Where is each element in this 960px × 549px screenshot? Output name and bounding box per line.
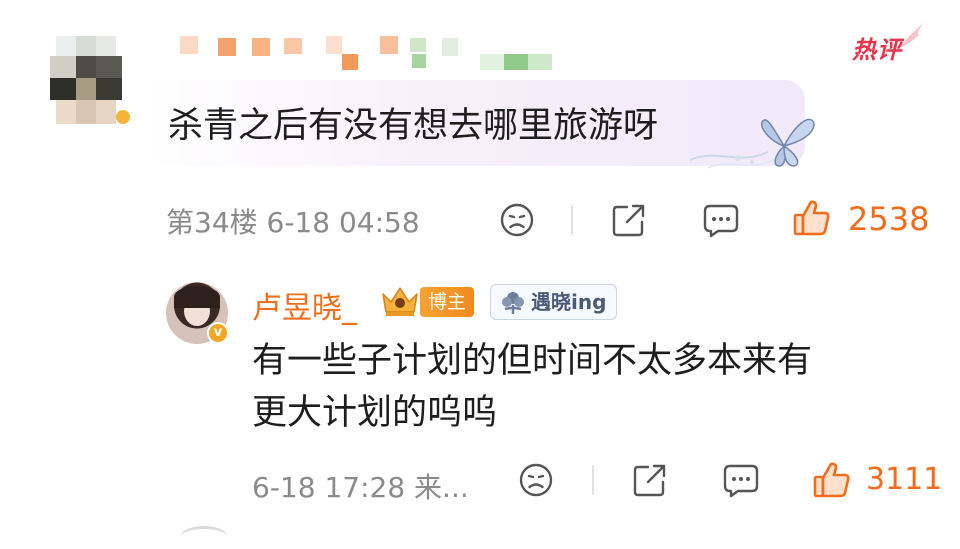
verified-icon: v: [207, 322, 229, 344]
comment-text: 杀青之后有没有想去哪里旅游呀: [168, 106, 659, 146]
reply-author-name[interactable]: 卢昱晓_: [252, 283, 357, 327]
divider: [571, 205, 573, 235]
fan-badge[interactable]: 遇晓ing: [490, 284, 618, 320]
comment-like-count: 2538: [848, 200, 930, 238]
share-icon[interactable]: [632, 462, 668, 498]
reply-text: 有一些子计划的但时间不太多本来有 更大计划的呜呜: [252, 335, 912, 439]
thumbs-up-icon[interactable]: [792, 198, 832, 238]
reply-text-line: 有一些子计划的但时间不太多本来有: [252, 341, 813, 381]
thumbs-up-icon[interactable]: [812, 460, 852, 500]
comment-time: 6-18 04:58: [266, 206, 420, 239]
comment-floor-time: 第34楼 6-18 04:58: [166, 201, 420, 241]
reply-icon[interactable]: [702, 202, 740, 238]
hot-comment-badge: 热评: [852, 36, 902, 64]
reply-text-line: 更大计划的呜呜: [252, 393, 498, 433]
host-badge: 博主: [420, 287, 475, 317]
divider: [592, 465, 594, 495]
crown-icon: [382, 287, 418, 316]
butterfly-icon: [689, 118, 815, 169]
reply-like-count: 3111: [866, 462, 943, 497]
fan-badge-label: 遇晓ing: [531, 290, 607, 314]
next-comment-avatar[interactable]: [180, 526, 228, 549]
wing-icon: [900, 22, 924, 48]
sad-face-icon[interactable]: [518, 462, 554, 498]
flower-icon: [502, 292, 524, 314]
blurred-username[interactable]: [180, 36, 580, 72]
sad-face-icon[interactable]: [499, 202, 535, 238]
blurred-avatar[interactable]: [50, 36, 130, 132]
share-icon[interactable]: [611, 202, 647, 238]
reply-time-source: 6-18 17:28 来...: [252, 471, 469, 504]
reply-icon[interactable]: [722, 462, 760, 498]
comment-floor: 第34楼: [166, 206, 258, 239]
